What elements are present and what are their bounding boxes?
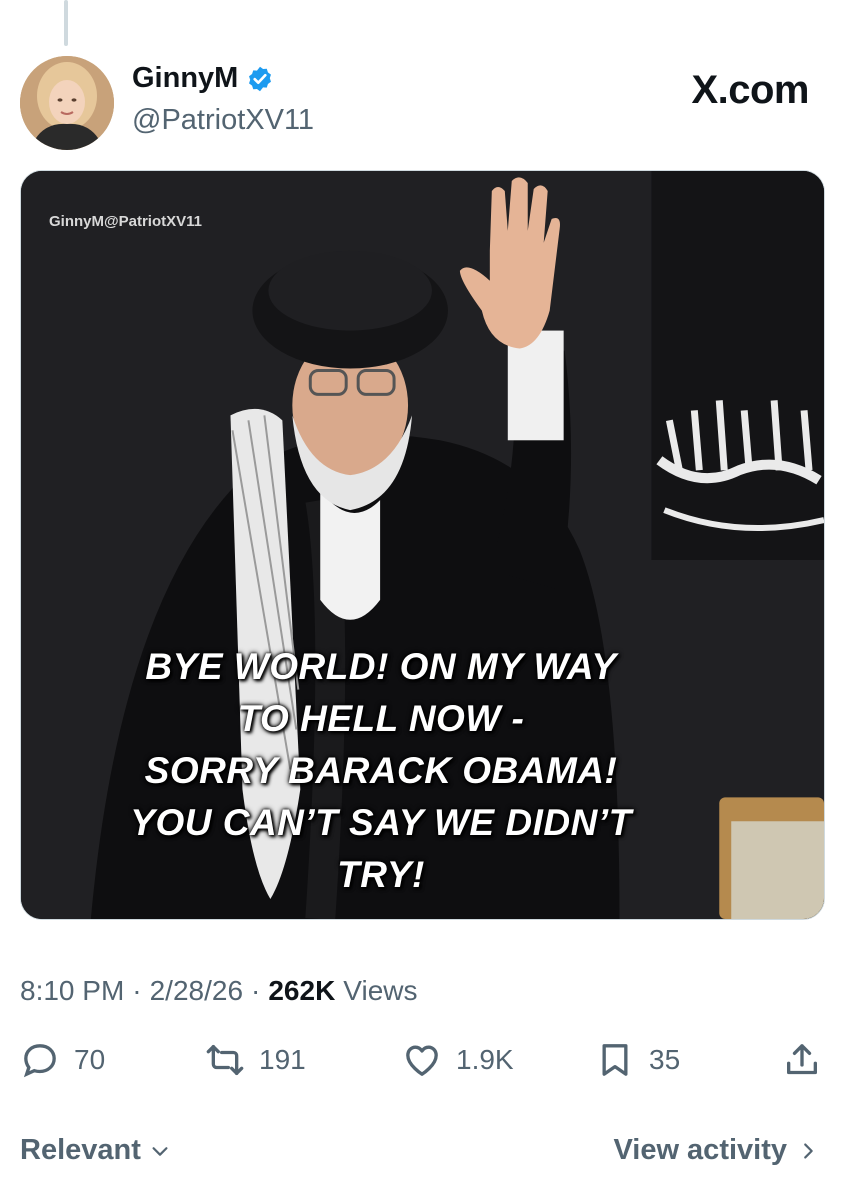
caption-line: YOU CAN’T SAY WE DIDN’T	[130, 802, 632, 843]
views-count: 262K	[268, 975, 336, 1006]
meta-separator: ·	[251, 975, 261, 1006]
meta-separator: ·	[132, 975, 142, 1006]
avatar-image	[20, 56, 114, 150]
reply-button[interactable]: 70	[20, 1040, 105, 1080]
bookmark-icon	[602, 1044, 628, 1076]
repost-button[interactable]: 191	[205, 1040, 306, 1080]
chevron-right-icon	[804, 1142, 813, 1159]
site-label: X.com	[691, 68, 809, 112]
media-caption: BYE WORLD! ON MY WAY TO HELL NOW - SORRY…	[21, 641, 741, 901]
bookmark-count: 35	[649, 1044, 681, 1075]
share-button[interactable]	[782, 1040, 822, 1080]
view-activity-label: View activity	[613, 1134, 787, 1166]
caption-line: TO HELL NOW -	[237, 698, 525, 739]
repost-icon	[206, 1045, 244, 1075]
author-name[interactable]: GinnyM	[132, 62, 238, 95]
repost-count: 191	[259, 1044, 306, 1075]
author-name-row[interactable]: GinnyM	[132, 62, 274, 95]
thread-connector-line	[64, 0, 68, 46]
avatar[interactable]	[20, 56, 114, 150]
view-activity-link[interactable]: View activity	[613, 1134, 819, 1167]
tweet-actions: 70 191 1.9K 35	[20, 1040, 825, 1090]
chevron-down-icon	[152, 1146, 168, 1156]
caption-line: TRY!	[337, 854, 425, 895]
verified-badge-icon	[249, 66, 272, 91]
views-label: Views	[343, 975, 418, 1006]
tweet-meta: 8:10 PM · 2/28/26 · 262K Views	[20, 975, 417, 1007]
sort-replies-dropdown[interactable]: Relevant	[20, 1134, 171, 1167]
reply-count: 70	[74, 1044, 106, 1075]
caption-line: BYE WORLD! ON MY WAY	[145, 646, 617, 687]
bookmark-button[interactable]: 35	[595, 1040, 680, 1080]
caption-line: SORRY BARACK OBAMA!	[144, 750, 618, 791]
tweet-media[interactable]: GinnyM@PatriotXV11 BYE WORLD! ON MY WAY …	[20, 170, 825, 920]
like-button[interactable]: 1.9K	[402, 1040, 514, 1080]
tweet-time[interactable]: 8:10 PM	[20, 975, 124, 1007]
like-count: 1.9K	[456, 1044, 514, 1075]
author-handle[interactable]: @PatriotXV11	[132, 104, 314, 137]
like-icon	[406, 1045, 438, 1076]
media-watermark: GinnyM@PatriotXV11	[49, 213, 202, 230]
share-icon	[787, 1044, 817, 1075]
sort-label: Relevant	[20, 1134, 141, 1166]
tweet-date[interactable]: 2/28/26	[150, 975, 243, 1007]
reply-icon	[23, 1044, 56, 1078]
